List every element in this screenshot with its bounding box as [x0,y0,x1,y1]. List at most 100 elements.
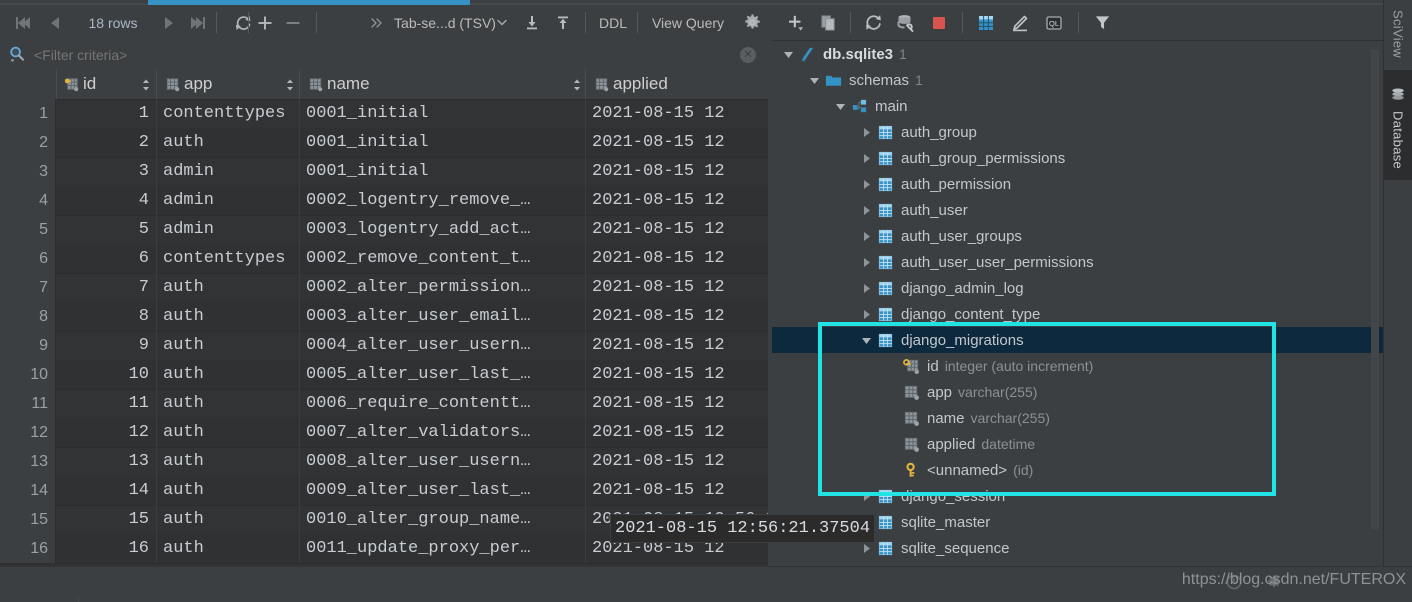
tree-node-django-migrations[interactable]: django_migrations [772,327,1384,353]
cell-name[interactable]: 0004_alter_user_usern… [300,331,584,360]
cell-name[interactable]: 0003_alter_user_email… [300,302,584,331]
cell-app[interactable]: auth [157,476,299,505]
cell-id[interactable]: 4 [56,186,155,215]
row-number-gutter[interactable]: 10 [0,360,56,389]
copy-datasource-button[interactable] [814,5,842,40]
cell-id[interactable]: 7 [56,273,155,302]
cell-applied[interactable]: 2021-08-15 12 [586,215,768,244]
tree-node-name[interactable]: name varchar(255) [772,405,1384,431]
row-number-gutter[interactable]: 8 [0,302,56,331]
tree-node-auth-group-permissions[interactable]: auth_group_permissions [772,145,1384,171]
tree-node-auth-user[interactable]: auth_user [772,197,1384,223]
row-number-gutter[interactable]: 15 [0,505,56,534]
chevron-down-icon[interactable] [782,48,795,61]
output-format-dropdown[interactable] [494,5,510,40]
cell-name[interactable]: 0003_logentry_add_act… [300,215,584,244]
table-row[interactable]: 11 11 auth 0006_require_contentt… 2021-08-15… [0,389,768,419]
row-number-gutter[interactable]: 6 [0,244,56,273]
cell-applied[interactable]: 2021-08-15 12 [586,360,768,389]
row-number-gutter[interactable]: 12 [0,418,56,447]
tree-node--unnamed-[interactable]: <unnamed> (id) [772,457,1384,483]
table-row[interactable]: 6 6 contenttypes 0002_remove_content_t… 2021… [0,244,768,274]
chevron-right-icon[interactable] [860,126,873,139]
tree-node-db-sqlite3[interactable]: db.sqlite3 1 [772,41,1384,67]
chevron-down-icon[interactable] [808,74,821,87]
cell-id[interactable]: 11 [56,389,155,418]
cell-id[interactable]: 1 [56,99,155,128]
remove-row-button[interactable] [280,5,306,40]
cell-app[interactable]: auth [157,505,299,534]
filter-bar[interactable]: ✕ [0,40,768,71]
table-row[interactable]: 8 8 auth 0003_alter_user_email… 2021-08-15 1… [0,302,768,332]
cell-applied[interactable]: 2021-08-15 12 [586,128,768,157]
table-row[interactable]: 4 4 admin 0002_logentry_remove_… 2021-08-15 … [0,186,768,216]
cell-id[interactable]: 16 [56,534,155,563]
row-number-gutter[interactable]: 11 [0,389,56,418]
cell-applied[interactable]: 2021-08-15 12 [586,302,768,331]
chevron-down-icon[interactable] [834,100,847,113]
view-query-button[interactable]: View Query [642,5,734,40]
tree-node-applied[interactable]: applied datetime [772,431,1384,457]
row-number-gutter[interactable]: 9 [0,331,56,360]
cell-name[interactable]: 0002_alter_permission… [300,273,584,302]
row-number-gutter[interactable]: 7 [0,273,56,302]
cell-app[interactable]: contenttypes [157,99,299,128]
tree-node-auth-user-user-permissions[interactable]: auth_user_user_permissions [772,249,1384,275]
cell-id[interactable]: 13 [56,447,155,476]
cell-name[interactable]: 0001_initial [300,128,584,157]
cell-app[interactable]: auth [157,534,299,563]
cell-applied[interactable]: 2021-08-15 12 [586,157,768,186]
chevron-right-icon[interactable] [860,282,873,295]
row-number-gutter[interactable]: 1 [0,99,56,128]
cell-id[interactable]: 9 [56,331,155,360]
chevron-right-icon[interactable] [860,256,873,269]
cell-app[interactable]: auth [157,331,299,360]
row-number-gutter[interactable]: 3 [0,157,56,186]
cell-app[interactable]: contenttypes [157,244,299,273]
chevron-right-icon[interactable] [860,204,873,217]
cell-app[interactable]: admin [157,186,299,215]
cell-name[interactable]: 0002_remove_content_t… [300,244,584,273]
chevron-right-icon[interactable] [860,308,873,321]
last-page-button[interactable] [184,5,212,40]
table-row[interactable]: 13 13 auth 0008_alter_user_usern… 2021-08-15… [0,447,768,477]
row-number-gutter[interactable]: 13 [0,447,56,476]
cell-app[interactable]: auth [157,128,299,157]
cell-id[interactable]: 3 [56,157,155,186]
row-number-gutter[interactable]: 5 [0,215,56,244]
cell-app[interactable]: auth [157,447,299,476]
table-row[interactable]: 3 3 admin 0001_initial 2021-08-15 12 [0,157,768,187]
row-number-gutter[interactable]: 16 [0,534,56,563]
add-datasource-button[interactable] [780,5,810,40]
database-tools-button[interactable] [890,5,922,40]
import-data-button[interactable] [518,5,546,40]
cell-name[interactable]: 0005_alter_user_last_… [300,360,584,389]
tree-node-schemas[interactable]: schemas 1 [772,67,1384,93]
cell-app[interactable]: auth [157,360,299,389]
column-header-applied[interactable]: applied [586,69,766,99]
table-row[interactable]: 7 7 auth 0002_alter_permission… 2021-08-15 1… [0,273,768,303]
tree-node-django-content-type[interactable]: django_content_type [772,301,1384,327]
table-row[interactable]: 1 1 contenttypes 0001_initial 2021-08-15 12 [0,99,768,129]
open-table-editor-button[interactable] [970,5,1002,40]
query-console-button[interactable]: QL [1038,5,1070,40]
result-settings-button[interactable] [740,5,764,40]
tree-node-auth-user-groups[interactable]: auth_user_groups [772,223,1384,249]
tree-node-app[interactable]: app varchar(255) [772,379,1384,405]
cell-applied[interactable]: 2021-08-15 12 [586,447,768,476]
tree-node-django-admin-log[interactable]: django_admin_log [772,275,1384,301]
filter-objects-button[interactable] [1086,5,1118,40]
table-row[interactable]: 14 14 auth 0009_alter_user_last_… 2021-08-15… [0,476,768,506]
expand-toolbar-button[interactable] [366,5,388,40]
table-row[interactable]: 5 5 admin 0003_logentry_add_act… 2021-08-15 … [0,215,768,245]
next-page-button[interactable] [156,5,182,40]
chevron-down-icon[interactable] [860,334,873,347]
cell-app[interactable]: auth [157,273,299,302]
chevron-right-icon[interactable] [860,152,873,165]
cell-applied[interactable]: 2021-08-15 12 [586,389,768,418]
row-number-gutter[interactable]: 14 [0,476,56,505]
row-number-gutter[interactable]: 2 [0,128,56,157]
first-page-button[interactable] [8,5,38,40]
cell-id[interactable]: 10 [56,360,155,389]
tree-node-id[interactable]: id integer (auto increment) [772,353,1384,379]
